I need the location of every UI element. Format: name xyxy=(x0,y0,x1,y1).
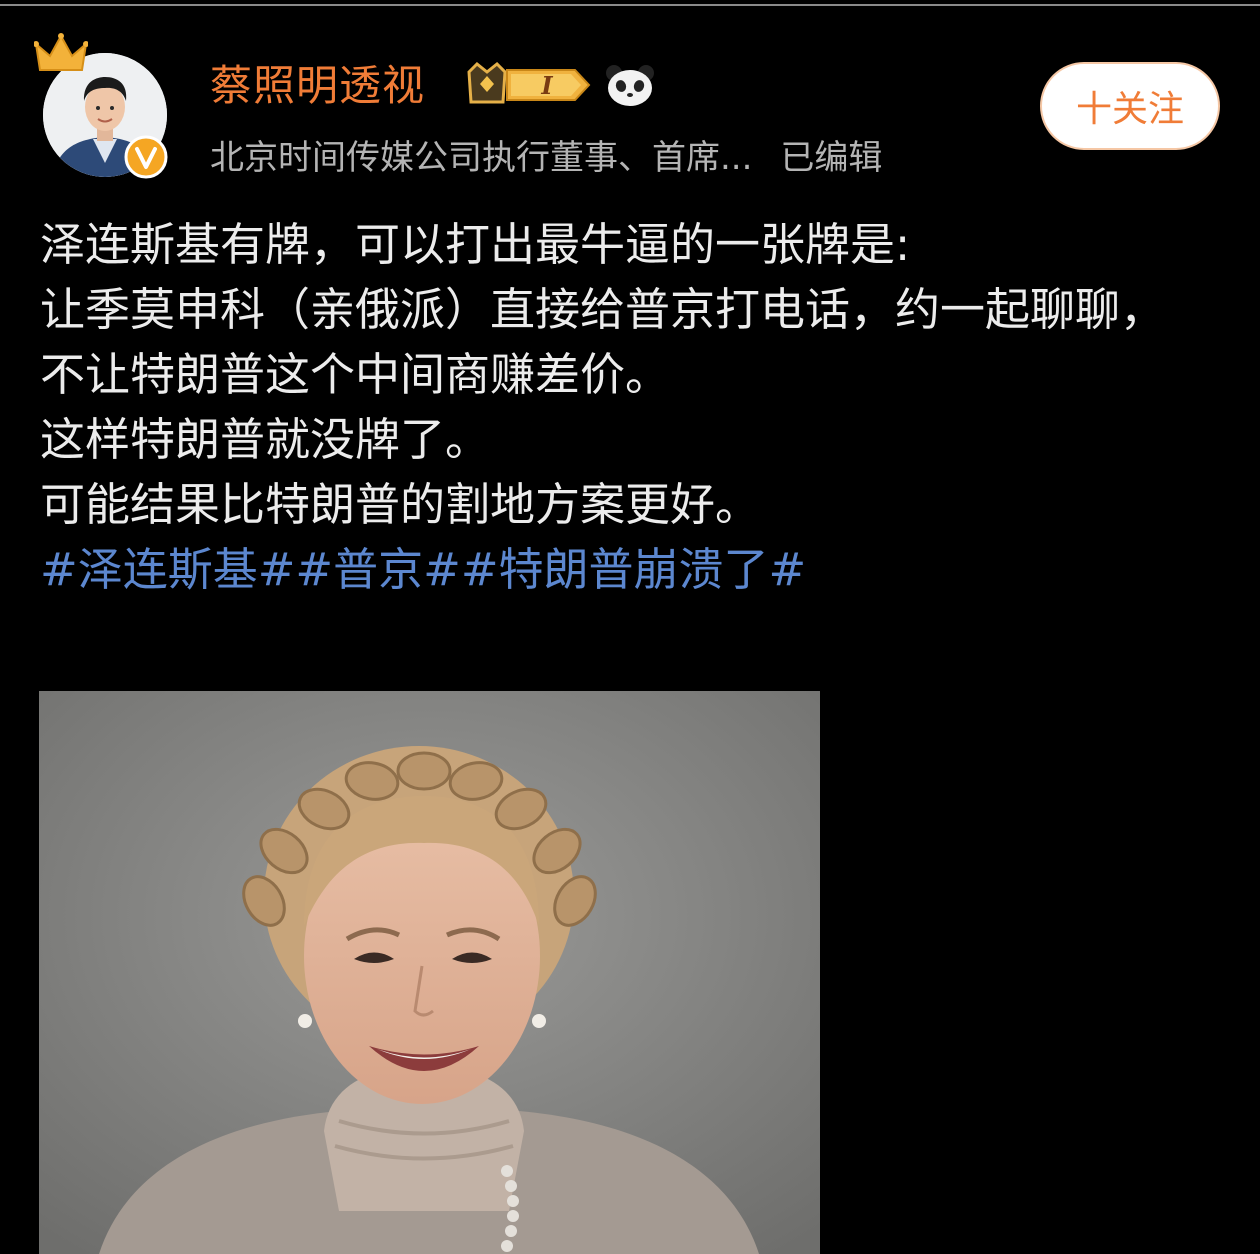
top-divider xyxy=(0,4,1260,6)
post-line: 让季莫申科（亲俄派）直接给普京打电话，约一起聊聊， xyxy=(40,283,1166,336)
post-image[interactable] xyxy=(39,691,820,1254)
user-bio: 北京时间传媒公司执行董事、首席... 已编辑 xyxy=(210,135,882,181)
hashtag-link[interactable]: #特朗普崩溃了# xyxy=(461,543,806,596)
bio-text: 北京时间传媒公司执行董事、首席... xyxy=(210,138,753,178)
hashtag-row: #泽连斯基##普京##特朗普崩溃了# xyxy=(40,537,1230,602)
post-line: 这样特朗普就没牌了。 xyxy=(40,413,491,466)
level-badge-icon: I xyxy=(467,62,591,104)
avatar-block[interactable] xyxy=(34,30,184,180)
post-line: 不让特朗普这个中间商赚差价。 xyxy=(40,348,671,401)
post-line: 泽连斯基有牌，可以打出最牛逼的一张牌是: xyxy=(40,218,911,271)
edited-label: 已编辑 xyxy=(780,138,883,178)
follow-button[interactable]: 十关注 xyxy=(1040,62,1220,150)
username[interactable]: 蔡照明透视 xyxy=(210,58,425,114)
panda-icon xyxy=(606,65,654,106)
hashtag-link[interactable]: #普京# xyxy=(295,543,460,596)
post-line: 可能结果比特朗普的割地方案更好。 xyxy=(40,478,761,531)
hashtag-link[interactable]: #泽连斯基# xyxy=(40,543,295,596)
post-text: 泽连斯基有牌，可以打出最牛逼的一张牌是: 让季莫申科（亲俄派）直接给普京打电话，… xyxy=(40,212,1230,602)
crown-icon xyxy=(34,33,88,71)
level-badge-text: I xyxy=(540,71,553,100)
verified-icon xyxy=(124,135,168,179)
